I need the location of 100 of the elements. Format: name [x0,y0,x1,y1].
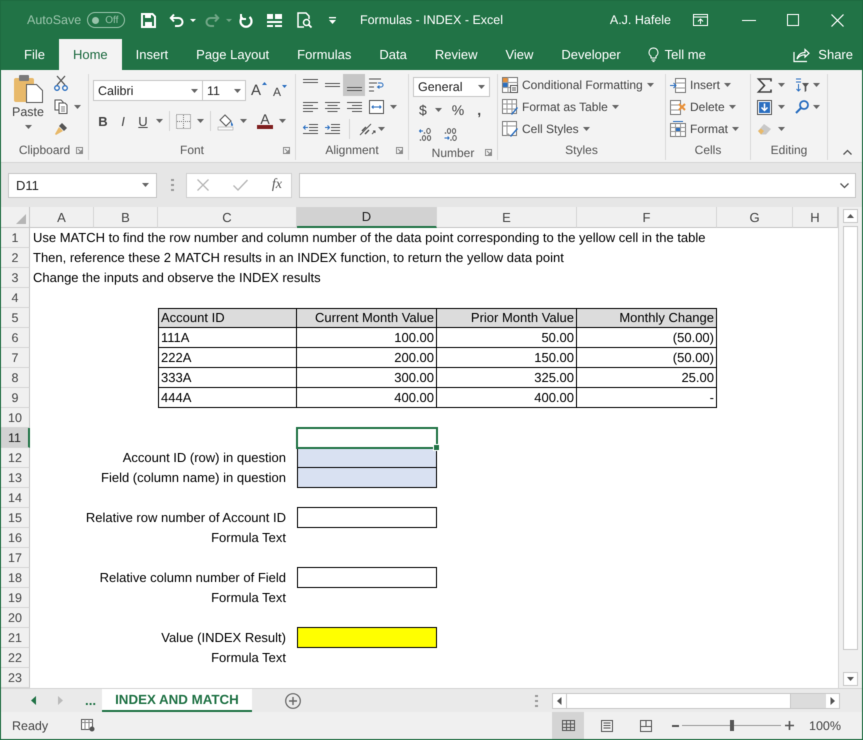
zoom-level[interactable]: 100% [809,718,841,732]
ribbon-tab[interactable]: Review [420,39,492,70]
align-bottom-button[interactable] [343,74,365,96]
collapse-icon[interactable] [843,150,852,155]
shrink-font-button[interactable]: A [273,82,288,99]
row-header[interactable]: 16 [1,528,30,548]
increase-decimal-icon[interactable] [419,128,432,140]
copy-icon[interactable] [54,99,68,114]
row-header[interactable]: 8 [1,368,30,388]
undo-icon[interactable] [169,13,184,27]
number-format-dropdown[interactable]: General [413,77,490,97]
font-name-dropdown[interactable]: Calibri [93,80,203,101]
column-header[interactable]: A [30,207,94,228]
format-cells-button[interactable]: Format [670,118,750,140]
scrollbar-thumb[interactable] [843,226,858,650]
scroll-down-icon[interactable] [843,672,858,686]
grip-icon[interactable] [535,694,538,706]
format-as-table-button[interactable]: Format as Table [502,96,665,118]
caret-icon[interactable] [732,127,740,131]
macro-record-icon[interactable] [81,719,96,732]
column-header[interactable]: C [158,207,297,228]
print-preview-icon[interactable] [297,12,312,28]
row-header[interactable]: 23 [1,668,30,688]
column-header[interactable]: G [717,207,793,228]
name-box[interactable]: D11 [8,172,157,198]
ribbon-tab[interactable]: Home [58,39,122,70]
fill-down-icon[interactable] [757,100,772,114]
ribbon-tab[interactable]: Insert [122,39,182,70]
column-header[interactable]: H [793,207,838,228]
conditional-formatting-button[interactable]: Conditional Formatting [502,74,665,96]
launcher-icon[interactable] [76,146,83,154]
row-header[interactable]: 22 [1,648,30,668]
refresh-icon[interactable] [239,12,254,28]
row-header[interactable]: 10 [1,408,30,428]
caret-icon[interactable] [74,104,81,108]
grow-font-button[interactable]: A [251,82,268,99]
launcher-icon[interactable] [283,146,290,154]
grid-icon[interactable] [267,14,282,26]
caret-icon[interactable] [778,105,785,109]
caret-icon[interactable] [390,105,397,109]
caret-icon[interactable] [190,18,196,22]
column-header[interactable]: B [94,207,158,228]
font-size-dropdown[interactable]: 11 [203,80,246,101]
row-header[interactable]: 20 [1,608,30,628]
column-header[interactable]: D [297,207,437,228]
row-header[interactable]: 4 [1,288,30,308]
fill-handle[interactable] [433,444,440,451]
caret-icon[interactable] [234,88,241,92]
row-header[interactable]: 13 [1,468,30,488]
user-name[interactable]: A.J. Hafele [610,13,671,27]
launcher-icon[interactable] [396,146,403,154]
caret-icon[interactable] [646,83,654,87]
caret-icon[interactable] [478,85,485,89]
normal-view-button[interactable] [552,712,584,739]
caret-icon[interactable] [279,119,286,123]
column-header[interactable]: F [577,207,717,228]
paste-button[interactable]: Paste [8,74,48,140]
input-cell[interactable] [297,567,437,588]
grip-icon[interactable] [171,179,174,191]
caret-icon[interactable] [582,127,590,131]
input-cell[interactable] [297,627,437,648]
caret-icon[interactable] [813,83,820,87]
input-cell[interactable] [297,507,437,528]
share-button[interactable]: Share [793,39,853,70]
row-header[interactable]: 11 [1,428,30,448]
ribbon-tab[interactable]: Data [365,39,421,70]
decrease-decimal-icon[interactable] [444,128,457,140]
row-header[interactable]: 12 [1,448,30,468]
ribbon-tab[interactable]: View [491,39,548,70]
zoom-in-icon[interactable] [785,721,794,730]
add-sheet-icon[interactable] [284,692,301,708]
sort-filter-icon[interactable] [795,78,809,92]
row-header[interactable]: 21 [1,628,30,648]
zoom-slider-thumb[interactable] [730,720,734,731]
insert-cells-button[interactable]: Insert [670,74,750,96]
row-header[interactable]: 7 [1,348,30,368]
caret-icon[interactable] [778,127,785,131]
caret-icon[interactable] [778,83,785,87]
row-header[interactable]: 5 [1,308,30,328]
italic-button[interactable]: I [113,111,133,131]
caret-icon[interactable] [197,119,204,123]
launcher-icon[interactable] [485,149,492,156]
scroll-left-icon[interactable] [553,694,566,708]
save-icon[interactable] [141,12,156,28]
caret-icon[interactable] [612,105,619,109]
input-cell[interactable] [296,427,438,449]
row-header[interactable]: 17 [1,548,30,568]
ribbon-tab[interactable]: Developer [547,39,635,70]
scroll-up-icon[interactable] [843,209,858,223]
dropdown-icon[interactable] [329,16,336,24]
cell-styles-button[interactable]: Cell Styles [502,118,665,140]
caret-icon[interactable] [728,105,736,109]
caret-icon[interactable] [378,127,385,131]
caret-icon[interactable] [434,108,442,112]
row-header[interactable]: 1 [1,228,30,248]
ribbon-tab[interactable]: File [10,39,59,70]
row-header[interactable]: 2 [1,248,30,268]
caret-icon[interactable] [191,88,198,92]
ribbon-tab[interactable]: Page Layout [182,39,284,70]
input-cell[interactable] [297,467,437,488]
